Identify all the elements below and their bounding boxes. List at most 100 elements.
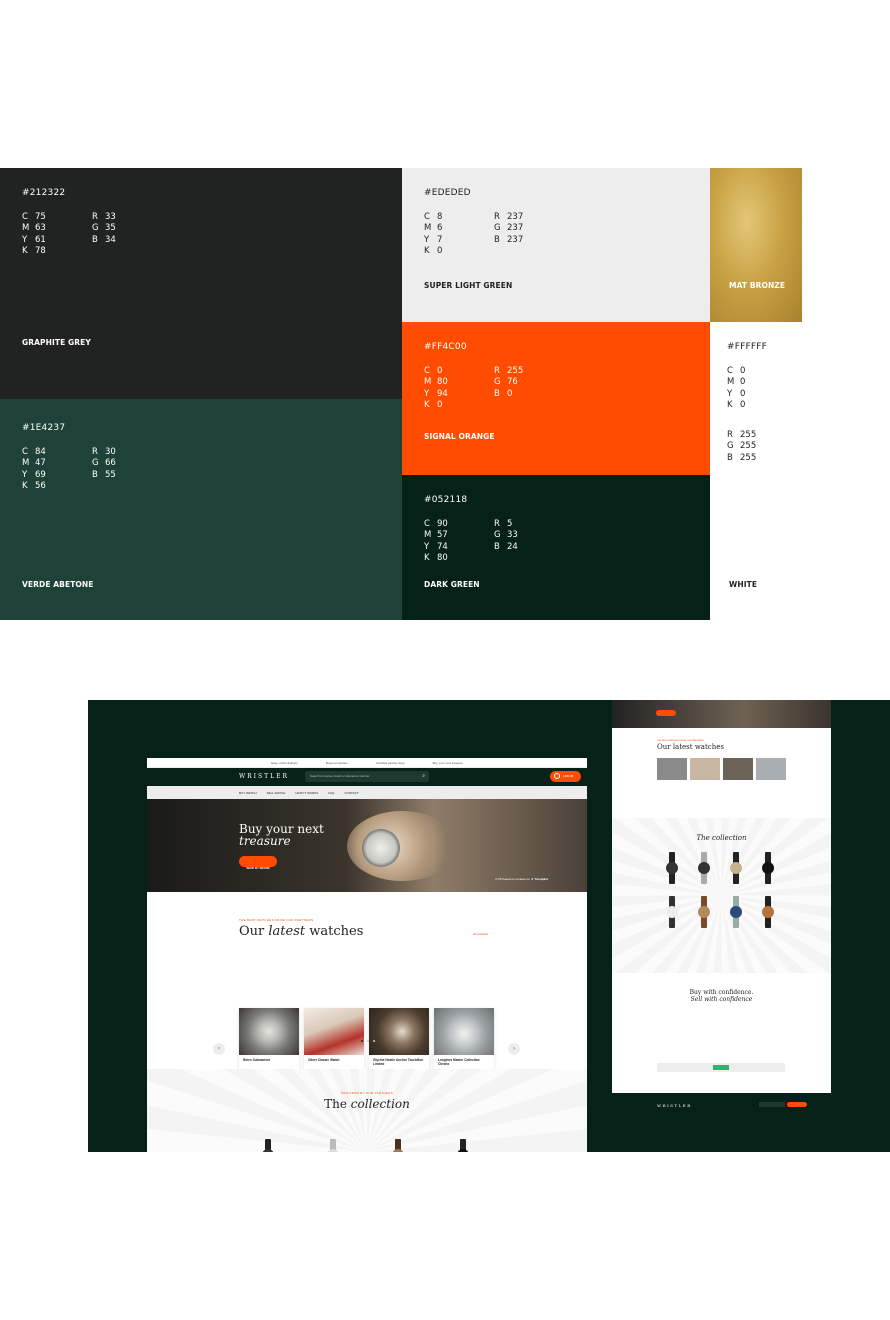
swatch-cmyk: C0 M 80 Y 94 K0: [424, 366, 448, 410]
carousel-dots[interactable]: [361, 1040, 377, 1042]
swatch-hex: #052118: [424, 495, 468, 505]
swatch-hex: #FF4C00: [424, 342, 467, 352]
login-button[interactable]: LOG IN: [550, 771, 581, 782]
collection-title: The collection: [324, 1097, 410, 1111]
watch-card-image: [304, 1008, 364, 1055]
overview-watch[interactable]: [730, 852, 742, 884]
overview-confidence-title: Buy with confidence. Sell with confidenc…: [689, 989, 754, 1003]
overview-watch[interactable]: [698, 852, 710, 884]
page-overview: THE BEST WATCHES FROM OUR PARTNERS Our l…: [612, 700, 831, 1152]
search-icon: ⌕: [422, 773, 425, 779]
overview-watch[interactable]: [666, 852, 678, 884]
swatch-mat-bronze: MAT BRONZE: [710, 168, 802, 322]
overview-footer: WRISTLER: [612, 1093, 831, 1152]
overview-collection: The collection: [612, 818, 831, 973]
swatch-name: DARK GREEN: [424, 580, 480, 589]
watch-card-image: [369, 1008, 429, 1055]
logo[interactable]: WRISTLER: [239, 773, 289, 780]
overview-watch[interactable]: [762, 896, 774, 928]
latest-eyebrow: THE BEST WATCHES FROM OUR PARTNERS: [239, 918, 314, 922]
shop-by-brand-button[interactable]: SHOP BY BRAND: [239, 856, 277, 870]
overview-watch[interactable]: [762, 852, 774, 884]
overview-latest: THE BEST WATCHES FROM OUR PARTNERS Our l…: [612, 728, 831, 818]
collection-watch[interactable]: [327, 1139, 339, 1152]
trustpilot-rating[interactable]: 4,7/5 based on reviews on ★ Trustpilot: [495, 877, 548, 881]
collection-watch[interactable]: [392, 1139, 404, 1152]
overview-card[interactable]: [657, 758, 687, 780]
user-icon: [554, 773, 560, 779]
swatch-signal-orange: #FF4C00 C0 M 80 Y 94 K0 R 255 G 76 B0 SIGNAL…: [402, 322, 710, 475]
swatch-graphite-grey: #212322 C 75 M 63 Y 61 K 78 R 33 G 35 B 34 GRAP…: [0, 168, 402, 399]
overview-collection-title: The collection: [696, 834, 747, 842]
swatch-hex: #212322: [22, 188, 66, 198]
swatch-verde-abetone: #1E4237 C 84 M 47 Y 69 K 56 R 30 G 66 B 55 VERD…: [0, 399, 402, 620]
swatch-dark-green: #052118 C 90 M 57 Y 74 K 80 R5 G 33 B 24 DARK …: [402, 475, 710, 620]
overview-card[interactable]: [690, 758, 720, 780]
overview-trustpilot-stars: [713, 1065, 729, 1070]
rating-text: 4,7/5 based on reviews on: [495, 877, 531, 881]
swatch-super-light-green: #EDEDED C8 M6 Y7 K0 R 237 G 237 B 237 SUPER…: [402, 168, 710, 322]
swatch-rgb: R5 G 33 B 24: [494, 519, 518, 552]
overview-watch[interactable]: [666, 896, 678, 928]
swatch-name: VERDE ABETONE: [22, 580, 94, 589]
trustpilot-label: Trustpilot: [534, 877, 549, 881]
footer-logo: WRISTLER: [657, 1103, 692, 1108]
overview-hero: [612, 700, 831, 728]
nav-contact[interactable]: CONTACT: [344, 791, 358, 795]
swatch-name: WHITE: [729, 580, 758, 589]
footer-newsletter-input[interactable]: [759, 1102, 785, 1107]
nav-how-it-works[interactable]: HOW IT WORKS: [295, 791, 318, 795]
overview-hero-button[interactable]: [656, 710, 676, 716]
collection-watch[interactable]: [457, 1139, 469, 1152]
watch-card-title: Glycine Nestle Anchor Tourbillon Limited: [373, 1058, 424, 1066]
all-watches-link[interactable]: All watches: [473, 932, 488, 936]
hero-watch-image: [362, 829, 400, 867]
swatch-cmyk: C 90 M 57 Y 74 K 80: [424, 519, 448, 563]
latest-title: Our latest watches: [239, 924, 364, 939]
hero-title: Buy your next treasure: [239, 823, 324, 847]
swatch-cmyk: C 84 M 47 Y 69 K 56: [22, 447, 46, 491]
usp-item: Buy your next treasure: [432, 760, 463, 765]
login-label: LOG IN: [563, 774, 574, 778]
watch-card-title: Oliver Classic Watch: [308, 1058, 340, 1062]
swatch-rgb: R 255 G 255 B 255: [727, 430, 757, 463]
nav-faq[interactable]: FAQ: [328, 791, 334, 795]
swatch-hex: #1E4237: [22, 423, 66, 433]
overview-watch[interactable]: [730, 896, 742, 928]
overview-latest-title: Our latest watches: [657, 743, 724, 751]
search-placeholder: Search on name, brand or reference numbe…: [310, 774, 370, 778]
carousel-next-button[interactable]: ›: [508, 1043, 520, 1055]
overview-trustpilot-bar: [657, 1063, 785, 1072]
swatch-cmyk: C8 M6 Y7 K0: [424, 212, 443, 256]
watch-card-title: Rolex Submariner: [243, 1058, 271, 1062]
swatch-hex: #FFFFFF: [727, 342, 768, 352]
swatch-name: MAT BRONZE: [729, 281, 786, 290]
watch-card-image: [434, 1008, 494, 1055]
hero-title-line2: treasure: [239, 834, 291, 848]
swatch-hex: #EDEDED: [424, 188, 471, 198]
swatch-cmyk: C 75 M 63 Y 61 K 78: [22, 212, 46, 256]
watch-card-image: [239, 1008, 299, 1055]
overview-confidence: Buy with confidence. Sell with confidenc…: [612, 973, 831, 1093]
header: WRISTLER Search on name, brand or refere…: [147, 768, 587, 786]
swatch-name: SUPER LIGHT GREEN: [424, 281, 513, 290]
main-nav: BUY WATCH SELL WATCH HOW IT WORKS FAQ CO…: [147, 786, 587, 799]
overview-card[interactable]: [756, 758, 786, 780]
swatch-rgb: R 255 G 76 B0: [494, 366, 524, 399]
usp-item: Certified partner shop: [375, 760, 405, 765]
overview-card[interactable]: [723, 758, 753, 780]
nav-buy-watch[interactable]: BUY WATCH: [239, 791, 257, 795]
footer-newsletter-button[interactable]: [787, 1102, 807, 1107]
collection-watch[interactable]: [262, 1139, 274, 1152]
search-input[interactable]: Search on name, brand or reference numbe…: [305, 771, 429, 782]
swatch-name: GRAPHITE GREY: [22, 338, 91, 347]
overview-watch[interactable]: [698, 896, 710, 928]
swatch-name: SIGNAL ORANGE: [424, 432, 495, 441]
collection-eyebrow: PROVIDED BY OUR PARTNERS: [340, 1091, 394, 1095]
carousel-prev-button[interactable]: ‹: [213, 1043, 225, 1055]
collection-section: PROVIDED BY OUR PARTNERS The collection: [147, 1069, 587, 1152]
swatch-rgb: R 237 G 237 B 237: [494, 212, 524, 245]
overview-latest-eyebrow: THE BEST WATCHES FROM OUR PARTNERS: [657, 740, 704, 742]
nav-sell-watch[interactable]: SELL WATCH: [267, 791, 286, 795]
hero: Buy your next treasure SHOP BY BRAND 4,7…: [147, 799, 587, 892]
